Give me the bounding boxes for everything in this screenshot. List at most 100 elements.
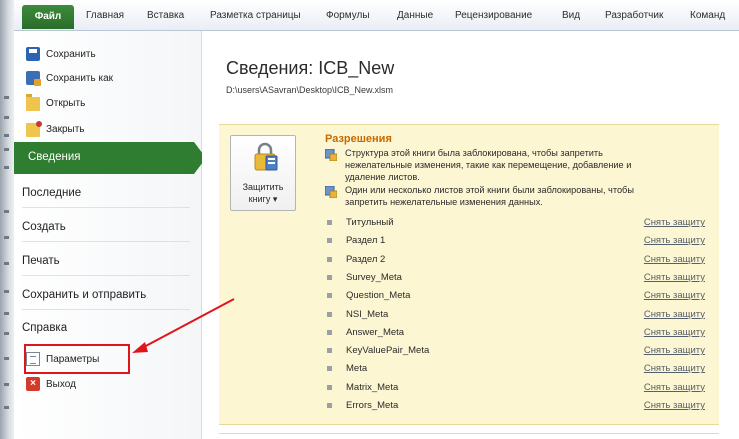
bullet-icon [327, 293, 332, 299]
nav-save-label: Сохранить [46, 48, 96, 60]
sheet-name: Errors_Meta [346, 400, 399, 411]
sheets-locked-text-2: запретить нежелательные изменения данных… [345, 197, 543, 207]
bullet-icon [327, 329, 332, 335]
nav-divider [22, 207, 190, 208]
nav-exit[interactable]: × Выход [26, 375, 76, 393]
sheet-row: Раздел 2 Снять защиту [327, 252, 707, 268]
protected-sheet-icon [325, 186, 337, 198]
section-divider [219, 433, 719, 434]
unprotect-sheet-link[interactable]: Снять защиту [644, 382, 705, 393]
tab-formulas[interactable]: Формулы [326, 10, 370, 21]
nav-exit-label: Выход [46, 378, 76, 390]
sheet-name: Survey_Meta [346, 271, 402, 283]
annotation-highlight-box [24, 344, 130, 374]
save-icon [26, 47, 40, 61]
nav-open[interactable]: Открыть [26, 94, 85, 112]
folder-close-icon [26, 121, 42, 137]
unprotect-sheet-link[interactable]: Снять защиту [644, 309, 705, 320]
nav-print[interactable]: Печать [22, 255, 60, 267]
sheet-row: Survey_Meta Снять защиту [327, 270, 707, 286]
lock-icon [254, 142, 278, 171]
protect-button-label-2: книгу ▾ [248, 194, 278, 204]
sheets-locked-text-1: Один или несколько листов этой книги был… [345, 185, 634, 195]
unprotect-sheet-link[interactable]: Снять защиту [644, 327, 705, 338]
tab-commands[interactable]: Команд [690, 10, 725, 21]
unprotect-sheet-link[interactable]: Снять защиту [644, 400, 705, 411]
sheet-name: NSI_Meta [346, 308, 389, 320]
sheet-name: KeyValuePair_Meta [346, 345, 430, 357]
bullet-icon [327, 311, 332, 317]
window-edge [0, 0, 14, 439]
sheet-row: Meta Снять защиту [327, 361, 707, 377]
unprotect-sheet-link[interactable]: Снять защиту [644, 272, 705, 283]
bullet-icon [327, 384, 332, 390]
unprotect-sheet-link[interactable]: Снять защиту [644, 363, 705, 374]
protected-sheet-icon [325, 149, 337, 161]
sheet-row: Раздел 1 Снять защиту [327, 233, 707, 249]
backstage-nav: Сохранить Сохранить как Открыть Закрыть … [14, 31, 206, 439]
tab-home[interactable]: Главная [86, 10, 124, 21]
sheet-row: Errors_Meta Снять защиту [327, 398, 707, 414]
protect-button-label: Защитить [242, 182, 284, 192]
sheet-row: Question_Meta Снять защиту [327, 288, 707, 304]
save-as-icon [26, 71, 41, 86]
sheet-name: Раздел 2 [346, 253, 386, 265]
sheet-name: Matrix_Meta [346, 381, 399, 393]
sheet-name: Meta [346, 363, 368, 375]
permissions-title: Разрешения [325, 133, 392, 145]
nav-save-and-send[interactable]: Сохранить и отправить [22, 289, 146, 301]
structure-locked-text-3: удаление листов. [345, 172, 420, 182]
nav-close[interactable]: Закрыть [26, 120, 85, 138]
nav-save-as[interactable]: Сохранить как [26, 69, 113, 87]
tab-insert[interactable]: Вставка [147, 10, 184, 21]
ribbon-tabs: Файл Главная Вставка Разметка страницы Ф… [14, 0, 739, 31]
nav-info[interactable]: Сведения [14, 142, 206, 174]
exit-icon: × [26, 377, 40, 391]
bullet-icon [327, 256, 332, 262]
sheet-name: Раздел 1 [346, 235, 386, 247]
sheet-name: Титульный [346, 217, 394, 228]
nav-help[interactable]: Справка [22, 322, 67, 334]
structure-locked-text-1: Структура этой книги была заблокирована,… [345, 148, 603, 158]
nav-divider [22, 309, 190, 310]
tab-page-layout[interactable]: Разметка страницы [210, 10, 301, 21]
file-path: D:\users\ASavran\Desktop\ICB_New.xlsm [226, 85, 394, 95]
unprotect-sheet-link[interactable]: Снять защиту [644, 254, 705, 265]
nav-info-label: Сведения [28, 151, 81, 163]
nav-save-as-label: Сохранить как [46, 72, 114, 84]
bullet-icon [327, 220, 332, 225]
sheet-row: NSI_Meta Снять защиту [327, 307, 707, 323]
nav-new[interactable]: Создать [22, 221, 66, 233]
bullet-icon [327, 238, 332, 244]
tab-view[interactable]: Вид [562, 10, 580, 21]
nav-divider [22, 241, 190, 242]
bullet-icon [327, 274, 332, 280]
sheet-name: Question_Meta [346, 290, 411, 302]
unprotect-sheet-link[interactable]: Снять защиту [644, 235, 705, 246]
tab-review[interactable]: Рецензирование [455, 10, 532, 21]
unprotect-sheet-link[interactable]: Снять защиту [644, 345, 705, 356]
sheet-row: Matrix_Meta Снять защиту [327, 380, 707, 396]
nav-save[interactable]: Сохранить [26, 45, 96, 63]
bullet-icon [327, 366, 332, 372]
sheet-row: Answer_Meta Снять защиту [327, 325, 707, 341]
nav-divider [22, 275, 190, 276]
sheet-name: Answer_Meta [346, 326, 405, 338]
unprotect-sheet-link[interactable]: Снять защиту [644, 290, 705, 301]
protect-workbook-button[interactable]: Защитить книгу ▾ [230, 135, 296, 211]
tab-file[interactable]: Файл [22, 5, 74, 29]
permissions-panel: Защитить книгу ▾ Разрешения Структура эт… [219, 124, 719, 425]
sheet-row: Титульный Снять защиту [327, 215, 707, 231]
unprotect-sheet-link[interactable]: Снять защиту [644, 217, 705, 228]
bullet-icon [327, 403, 332, 408]
info-pane: Сведения: ICB_New D:\users\ASavran\Deskt… [202, 31, 739, 439]
bullet-icon [327, 348, 332, 354]
nav-recent[interactable]: Последние [22, 187, 81, 199]
page-title: Сведения: ICB_New [226, 58, 395, 78]
folder-open-icon [26, 94, 40, 111]
tab-data[interactable]: Данные [397, 10, 433, 21]
sheet-row: KeyValuePair_Meta Снять защиту [327, 343, 707, 359]
tab-developer[interactable]: Разработчик [605, 10, 663, 21]
structure-locked-text-2: нежелательные изменения, такие как перем… [345, 160, 632, 170]
nav-close-label: Закрыть [46, 123, 85, 135]
